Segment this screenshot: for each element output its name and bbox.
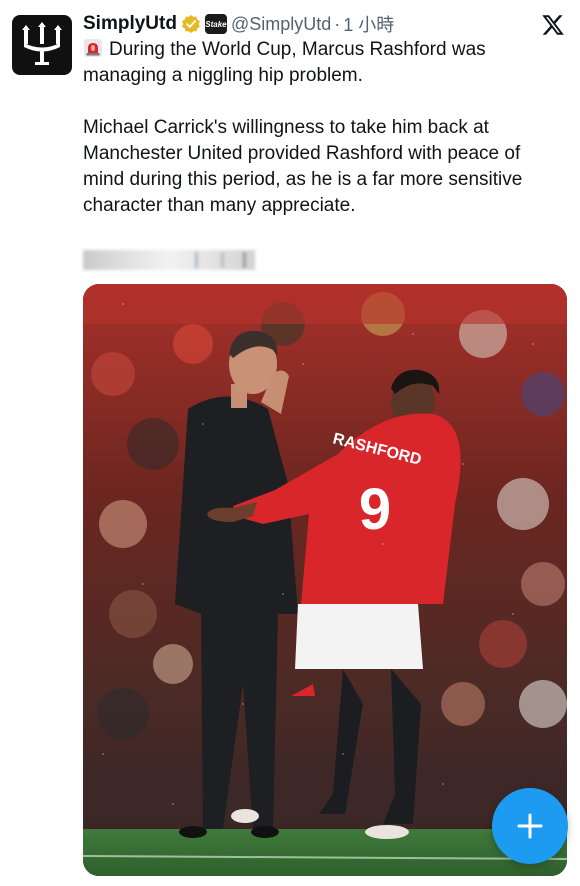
redacted-link-strip	[83, 250, 255, 270]
tweet-media-photo[interactable]: RASHFORD 9	[83, 284, 567, 876]
tweet-header: SimplyUtd Stake @SimplyUtd · 1 小時	[83, 11, 394, 37]
redacted-mark	[243, 252, 246, 268]
compose-fab-button[interactable]	[492, 788, 568, 864]
header-separator: ·	[334, 13, 341, 34]
redacted-mark	[221, 252, 224, 268]
siren-emoji-icon	[84, 39, 102, 57]
plus-icon	[517, 813, 543, 839]
author-display-name[interactable]: SimplyUtd	[83, 13, 177, 35]
tweet-paragraph-1: During the World Cup, Marcus Rashford wa…	[83, 37, 563, 89]
trident-logo-icon	[22, 22, 62, 65]
x-logo-icon[interactable]	[541, 13, 565, 37]
tweet-text: During the World Cup, Marcus Rashford wa…	[83, 37, 563, 219]
tweet-paragraph-2: Michael Carrick's willingness to take hi…	[83, 117, 523, 216]
avatar[interactable]	[12, 15, 72, 75]
redacted-mark	[195, 252, 198, 268]
photo-scene: RASHFORD 9	[83, 284, 567, 876]
verified-badge-icon	[182, 14, 200, 34]
tweet-paragraph-1-text: During the World Cup, Marcus Rashford wa…	[83, 39, 486, 86]
shirt-number-text: 9	[359, 477, 391, 542]
author-handle[interactable]: @SimplyUtd	[231, 14, 331, 35]
affiliate-badge[interactable]: Stake	[204, 14, 227, 34]
affiliate-badge-text: Stake	[205, 19, 227, 29]
tweet-timestamp[interactable]: 1 小時	[343, 11, 394, 37]
